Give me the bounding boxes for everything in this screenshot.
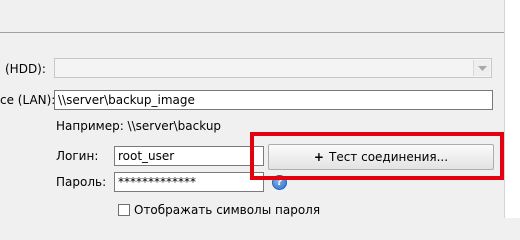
hdd-select[interactable] (54, 58, 492, 78)
chevron-down-icon[interactable] (473, 60, 490, 76)
hdd-label: (HDD): (5, 62, 46, 76)
highlight-frame (250, 132, 504, 180)
right-panel-edge (504, 0, 520, 218)
lan-label: ce (LAN): (0, 93, 56, 107)
lan-path-input[interactable]: \\server\backup_image (54, 90, 493, 110)
show-password-label[interactable]: Отображать символы пароля (134, 202, 320, 218)
example-hint: Например: \\server\backup (56, 119, 222, 133)
login-input[interactable]: root_user (114, 146, 264, 166)
password-input[interactable]: ************* (114, 172, 264, 192)
password-label: Пароль: (56, 175, 107, 189)
section-divider (0, 32, 504, 33)
show-password-checkbox[interactable] (118, 204, 130, 216)
login-label: Логин: (56, 149, 99, 163)
